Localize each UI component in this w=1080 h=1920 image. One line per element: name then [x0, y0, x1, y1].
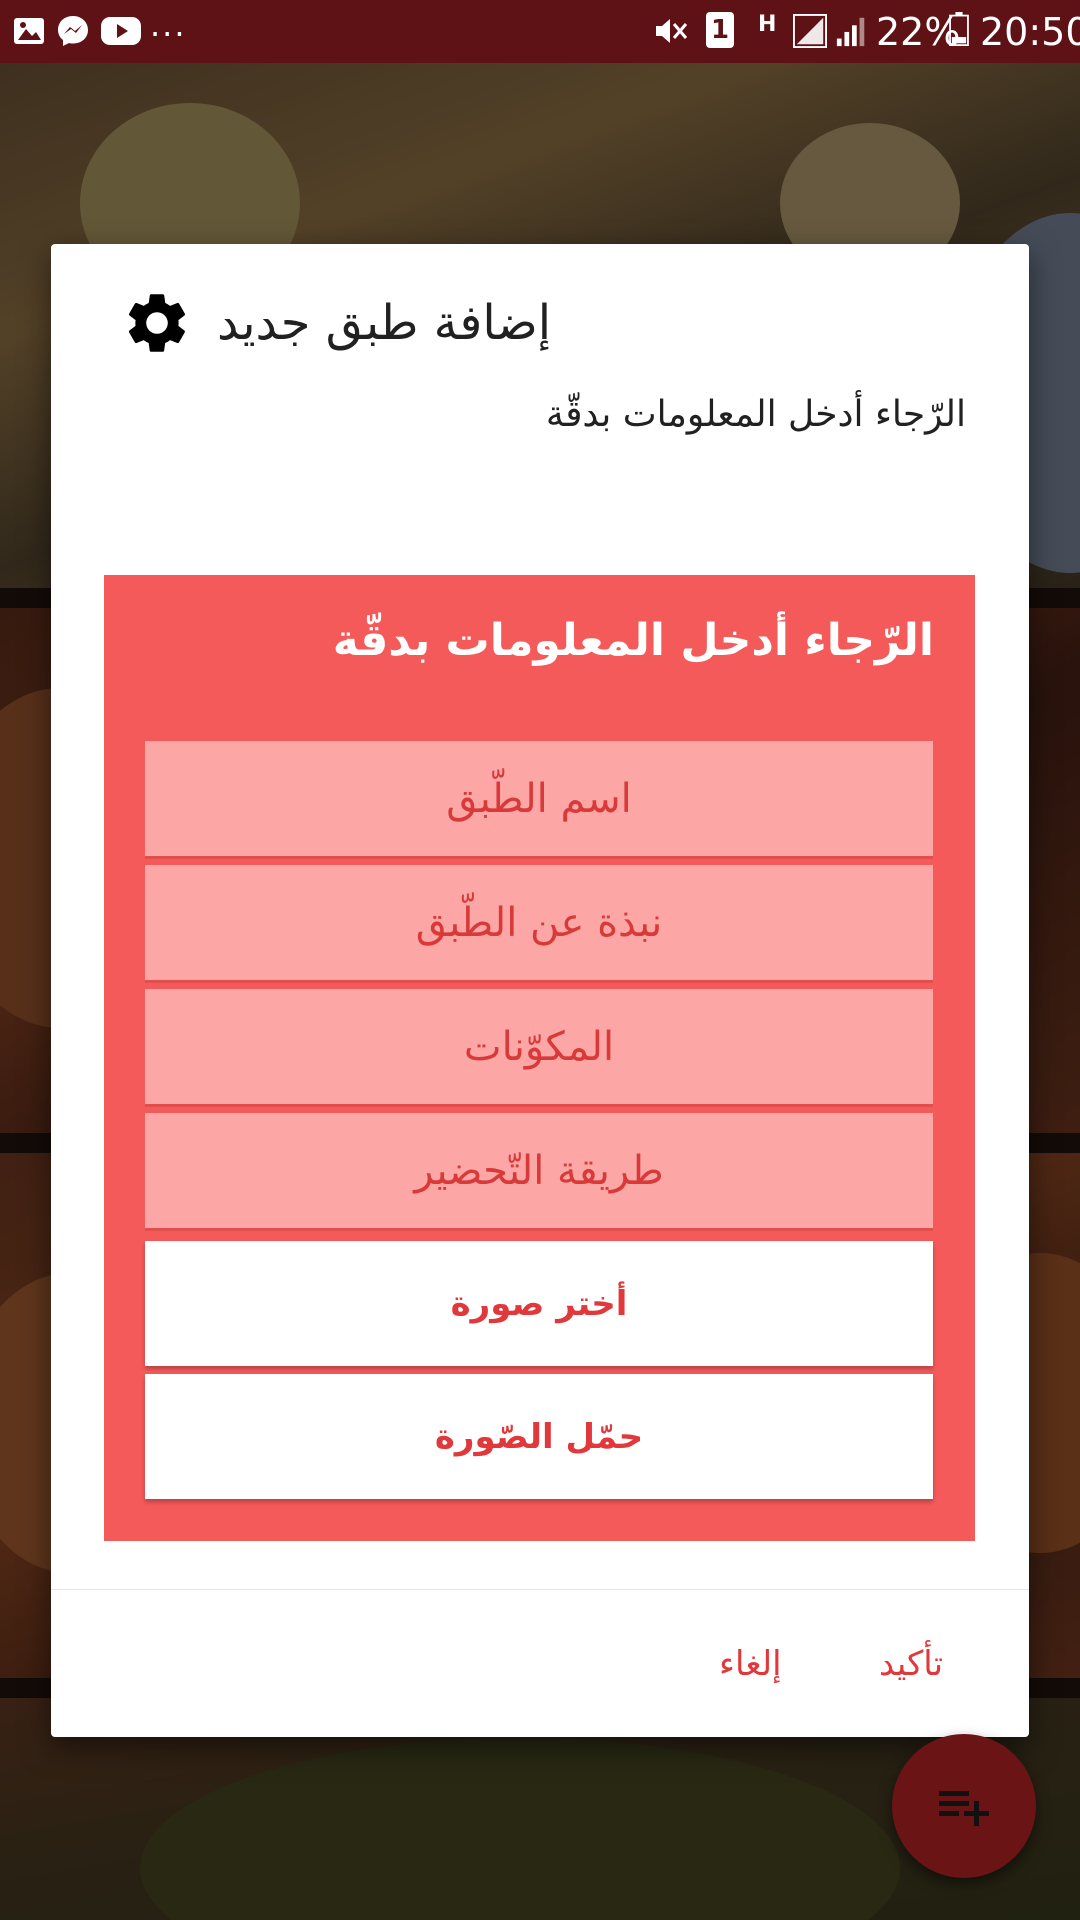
dish-description-field[interactable]: نبذة عن الطّبق	[145, 865, 933, 983]
dish-name-field[interactable]: اسم الطّبق	[145, 741, 933, 859]
confirm-button[interactable]: تأكيد	[879, 1644, 943, 1684]
dialog-message: الرّجاء أدخل المعلومات بدقّة	[545, 394, 966, 435]
add-dish-fab[interactable]	[892, 1734, 1036, 1878]
dish-form-panel: الرّجاء أدخل المعلومات بدقّة اسم الطّبق …	[104, 575, 975, 1541]
sim-slot-icon: 1	[706, 12, 734, 48]
playlist-add-icon	[939, 1791, 989, 1826]
preparation-method-field[interactable]: طريقة التّحضير	[145, 1113, 933, 1231]
signal-strength-icon-sim2	[836, 17, 865, 47]
gallery-notification-icon	[14, 18, 44, 44]
cancel-button[interactable]: إلغاء	[719, 1644, 782, 1684]
messenger-notification-icon	[58, 16, 88, 46]
ingredients-field[interactable]: المكوّنات	[145, 989, 933, 1107]
network-type-icon: H	[758, 12, 777, 37]
add-dish-dialog: إضافة طبق جديد الرّجاء أدخل المعلومات بد…	[51, 244, 1029, 1737]
upload-image-button[interactable]: حمّل الصّورة	[145, 1374, 933, 1499]
dialog-title-row: إضافة طبق جديد	[51, 288, 1027, 358]
status-bar: ... 1 H 22% 20:50	[0, 0, 1080, 63]
dialog-title: إضافة طبق جديد	[217, 295, 552, 351]
battery-icon	[949, 12, 969, 46]
form-heading: الرّجاء أدخل المعلومات بدقّة	[332, 615, 934, 666]
dialog-divider	[51, 1589, 1029, 1590]
choose-image-button[interactable]: أختر صورة	[145, 1241, 933, 1366]
signal-strength-icon-sim1	[793, 14, 827, 48]
youtube-notification-icon	[101, 17, 141, 45]
vibrate-mute-icon	[656, 19, 688, 43]
more-notifications-indicator: ...	[150, 6, 187, 44]
clock: 20:50	[980, 10, 1080, 54]
gear-icon	[128, 294, 186, 352]
